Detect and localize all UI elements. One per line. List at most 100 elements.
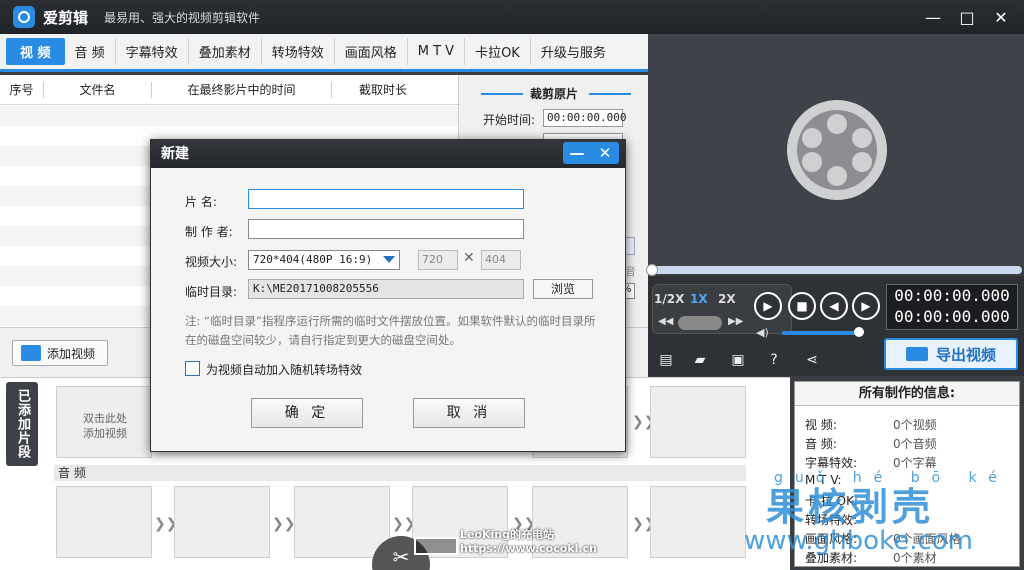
chevron-down-icon <box>383 256 395 263</box>
col-filename[interactable]: 文件名 <box>44 81 152 98</box>
audio-clip-slot[interactable] <box>56 486 152 558</box>
stop-button[interactable]: ■ <box>788 292 816 320</box>
export-video-button[interactable]: 导出视频 <box>884 338 1018 370</box>
audio-clip-slot[interactable] <box>174 486 270 558</box>
watermark-pinyin: guǒ hé bō ké <box>774 470 1009 486</box>
speed-half[interactable]: 1/2X <box>654 292 684 306</box>
width-field: 720 <box>418 250 458 270</box>
start-time-label: 开始时间: <box>483 113 536 127</box>
cancel-button[interactable]: 取 消 <box>413 398 525 428</box>
tab-video[interactable]: 视 频 <box>6 38 65 65</box>
random-transition-checkbox[interactable] <box>185 361 200 376</box>
app-logo-icon <box>13 6 35 28</box>
table-header: 序号 文件名 在最终影片中的时间 截取时长 <box>0 75 458 105</box>
fast-forward-icon[interactable]: ▶▶ <box>728 316 743 327</box>
total-timecode: 00:00:00.000 <box>894 307 1010 326</box>
tab-transitions[interactable]: 转场特效 <box>262 38 335 65</box>
watermark-url: www.ghboke.com <box>744 526 973 556</box>
info-row-subtitle: 字幕特效: 0个字幕 <box>805 456 937 470</box>
play-button[interactable]: ▶ <box>754 292 782 320</box>
watermark-line1: LeoKing的充电站 <box>460 528 555 541</box>
rewind-icon[interactable]: ◀◀ <box>658 316 673 327</box>
help-icon[interactable]: ? <box>764 350 784 370</box>
share-icon[interactable]: ⋖ <box>802 350 822 370</box>
tab-upgrade[interactable]: 升级与服务 <box>531 38 616 65</box>
next-frame-button[interactable]: ▶ <box>852 292 880 320</box>
video-size-value: 720*404(480P 16:9) <box>253 253 373 266</box>
info-row-audio: 音 频: 0个音频 <box>805 437 937 451</box>
author-input[interactable] <box>248 219 524 239</box>
dialog-title-bar[interactable]: 新建 — ✕ <box>151 140 625 168</box>
video-preview[interactable] <box>648 34 1024 266</box>
audio-clip-slot[interactable] <box>294 486 390 558</box>
speed-double[interactable]: 2X <box>718 292 736 306</box>
add-video-icon <box>21 345 41 361</box>
clip-placeholder: 双击此处 添加视频 <box>83 412 127 440</box>
height-field: 404 <box>481 250 521 270</box>
volume-icon[interactable]: ◀) <box>756 326 769 339</box>
save-icon[interactable]: ▣ <box>728 350 748 370</box>
volume-knob[interactable] <box>854 327 864 337</box>
seek-bar[interactable] <box>646 264 1022 276</box>
tab-subtitle-effects[interactable]: 字幕特效 <box>116 38 189 65</box>
close-button[interactable]: ✕ <box>984 3 1018 31</box>
watermark-frame <box>414 537 458 555</box>
site-watermark: guǒ hé bō ké 果核剥壳 www.ghboke.com <box>744 470 1009 554</box>
tab-mtv[interactable]: M T V <box>408 38 466 65</box>
app-slogan: 最易用、强大的视频剪辑软件 <box>104 10 261 25</box>
author-label: 制 作 者: <box>185 225 233 239</box>
audio-track-label: 音 频 <box>54 465 746 481</box>
temp-dir-input[interactable]: K:\ME20171008205556 <box>248 279 524 299</box>
crop-extra-label: 音 <box>625 265 636 278</box>
title-label: 片 名: <box>185 195 217 209</box>
jog-wheel[interactable] <box>678 316 722 330</box>
col-time-in-movie[interactable]: 在最终影片中的时间 <box>152 81 332 98</box>
audio-clip-slot[interactable] <box>650 486 746 558</box>
info-row-video: 视 频: 0个视频 <box>805 418 937 432</box>
tab-styles[interactable]: 画面风格 <box>335 38 408 65</box>
current-timecode: 00:00:00.000 <box>894 286 1010 305</box>
watermark-chinese: 果核剥壳 <box>766 485 935 529</box>
minimize-button[interactable]: — <box>916 3 950 31</box>
random-transition-label[interactable]: 为视频自动加入随机转场特效 <box>206 361 362 378</box>
leoking-watermark: LeoKing的充电站 https://www.cocokl.cn <box>460 528 597 556</box>
dialog-title: 新建 <box>161 146 189 162</box>
browse-button[interactable]: 浏览 <box>533 279 593 299</box>
temp-dir-note: 注: “临时目录”指程序运行所需的临时文件摆放位置。如果软件默认的临时目录所在的… <box>185 314 596 347</box>
dialog-minimize-button[interactable]: — <box>563 142 591 164</box>
new-project-icon[interactable]: ▤ <box>656 350 676 370</box>
title-input[interactable] <box>248 189 524 209</box>
prev-frame-button[interactable]: ◀ <box>820 292 848 320</box>
ok-button[interactable]: 确 定 <box>251 398 363 428</box>
tab-karaoke[interactable]: 卡拉OK <box>465 38 531 65</box>
video-clip-slot[interactable] <box>650 386 746 458</box>
seek-knob[interactable] <box>646 264 658 276</box>
dialog-close-button[interactable]: ✕ <box>591 142 619 164</box>
player-controls: 1/2X 1X 2X ◀◀ ▶▶ ▶ ■ ◀ ▶ 00:00:00.000 00… <box>648 276 1024 344</box>
col-index[interactable]: 序号 <box>0 81 44 98</box>
new-project-dialog: 新建 — ✕ 片 名: 制 作 者: 视频大小: 720*404(480P 16… <box>150 139 626 452</box>
crop-title: 裁剪原片 <box>459 85 649 102</box>
times-icon: ✕ <box>463 250 475 266</box>
app-name: 爱剪辑 <box>43 8 89 27</box>
col-duration[interactable]: 截取时长 <box>332 82 434 98</box>
film-reel-icon <box>787 100 887 200</box>
export-icon <box>905 347 928 361</box>
add-video-button[interactable]: 添加视频 <box>12 340 108 366</box>
export-label: 导出视频 <box>935 345 996 364</box>
info-title: 所有制作的信息: <box>795 382 1019 406</box>
open-folder-icon[interactable]: ▰ <box>690 350 710 370</box>
video-size-select[interactable]: 720*404(480P 16:9) <box>248 250 400 270</box>
speed-normal[interactable]: 1X <box>690 292 708 306</box>
title-bar: 爱剪辑 最易用、强大的视频剪辑软件 — □ ✕ <box>0 0 1024 34</box>
tab-overlay[interactable]: 叠加素材 <box>189 38 262 65</box>
main-tabs: 视 频 音 频 字幕特效 叠加素材 转场特效 画面风格 M T V 卡拉OK 升… <box>0 34 648 72</box>
volume-slider[interactable] <box>782 327 864 337</box>
maximize-button[interactable]: □ <box>950 3 984 31</box>
timecode-display: 00:00:00.000 00:00:00.000 <box>886 284 1018 330</box>
add-video-label: 添加视频 <box>47 346 96 361</box>
start-time-input[interactable]: 00:00:00.000 <box>543 109 626 127</box>
tab-audio[interactable]: 音 频 <box>65 38 116 65</box>
video-clip-slot[interactable]: 双击此处 添加视频 <box>56 386 152 458</box>
added-clips-tab[interactable]: 已添加片段 <box>6 382 38 466</box>
